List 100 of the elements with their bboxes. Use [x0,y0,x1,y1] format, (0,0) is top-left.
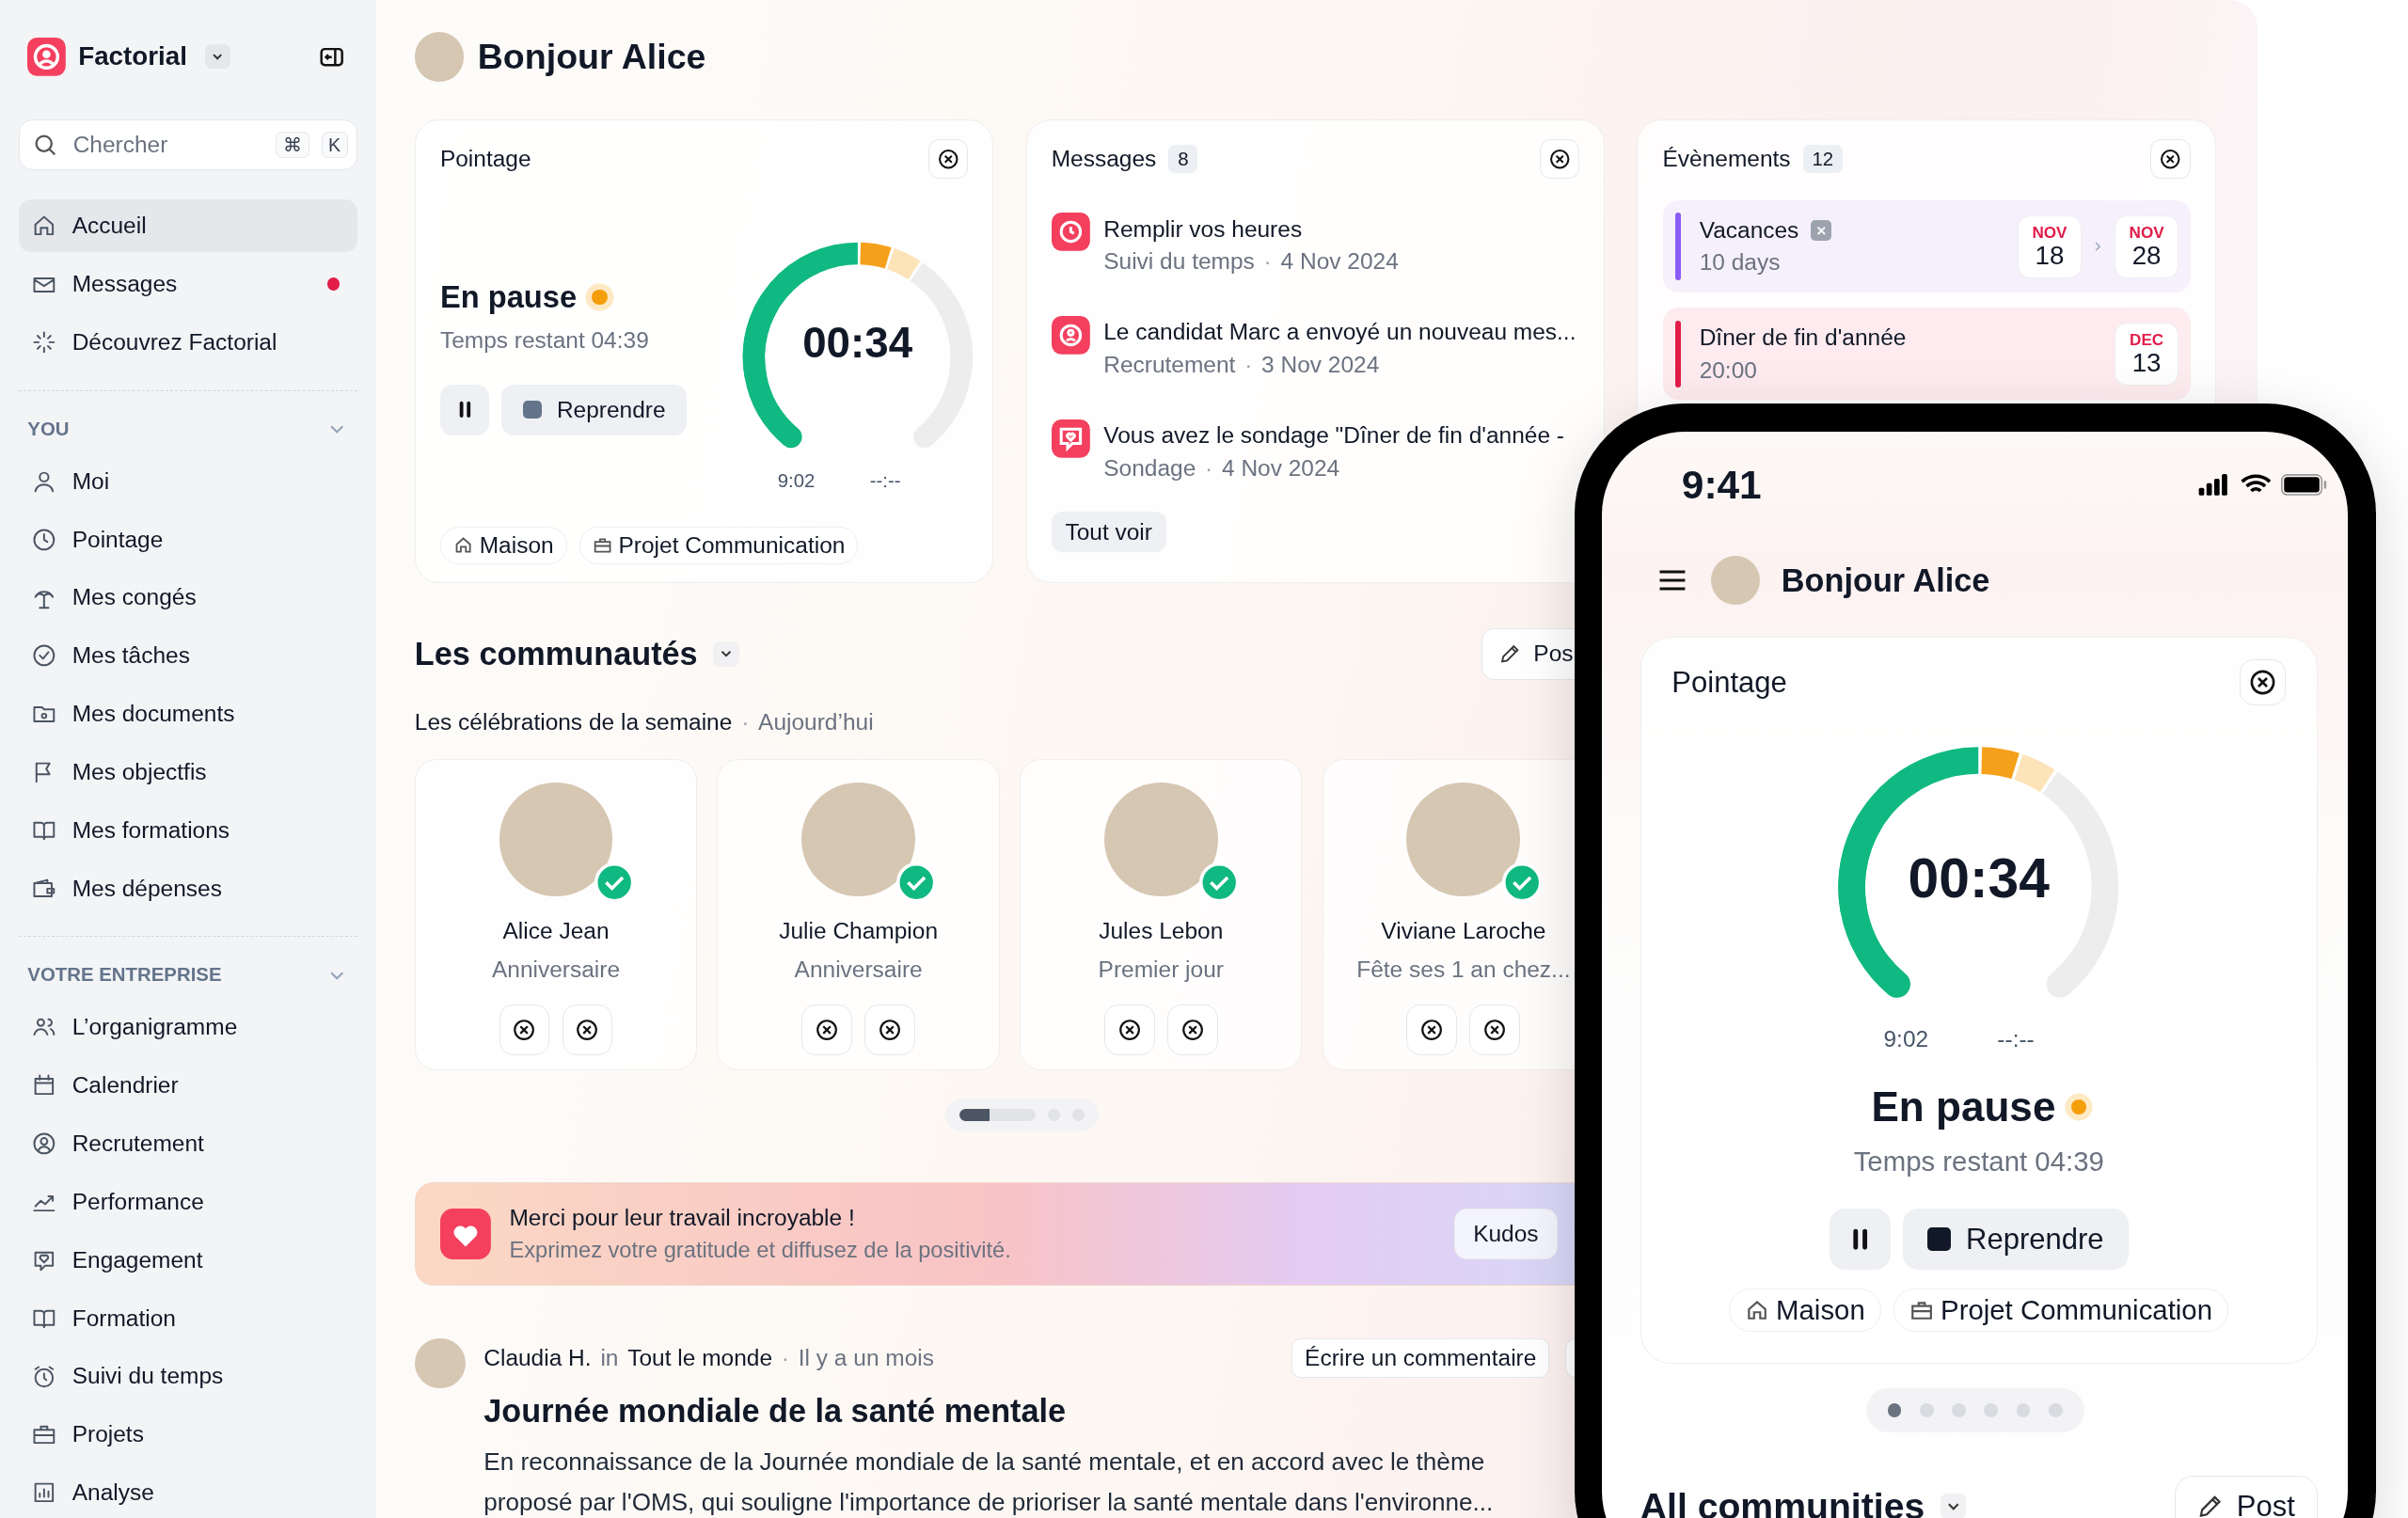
resume-button[interactable]: Reprendre [1903,1208,2129,1271]
sidebar-item[interactable]: Messages [18,258,358,310]
page-indicator[interactable] [958,1108,1037,1121]
celebrations-date: Aujourd’hui [758,709,874,736]
reaction-button[interactable] [864,1004,916,1055]
sidebar-item[interactable]: Performance [18,1176,358,1228]
pause-button[interactable] [1829,1208,1892,1271]
message-title[interactable]: Remplir vos heures [1103,215,1399,243]
celebration-reason: Anniversaire [491,956,621,983]
section-title: YOU [27,418,70,440]
sidebar-item[interactable]: Recrutement [18,1117,358,1170]
search-field[interactable]: Chercher ⌘ K [18,119,358,171]
pause-button[interactable] [439,384,490,435]
section-heading: All communities [1640,1485,1925,1518]
message-date: 4 Nov 2024 [1222,454,1340,482]
reaction-button[interactable] [499,1004,550,1055]
close-button[interactable] [2240,659,2287,706]
separator: · [1244,351,1253,378]
sidebar-item[interactable]: Mes objectfis [18,746,358,799]
sidebar-item[interactable]: L’organigramme [18,1001,358,1053]
event-item[interactable]: Dîner de fin d'année 20:00 DEC 13 [1662,308,2191,401]
event-title: Dîner de fin d'année [1699,324,1907,352]
event-subtitle: 20:00 [1699,356,1758,384]
dropdown-button[interactable] [713,640,739,668]
reaction-button[interactable] [1103,1004,1155,1055]
audience[interactable]: Tout le monde [627,1344,773,1371]
kudos-text: Exprimez votre gratitude et diffusez de la positivité. [509,1237,1012,1263]
post-title: Journée mondiale de la santé mentale [483,1393,1068,1431]
event-title: Vacances [1699,216,1799,244]
message-source: Recrutement [1103,351,1236,378]
close-icon [1117,1017,1142,1042]
reaction-button[interactable] [562,1004,613,1055]
logo-icon [27,37,67,76]
sidebar-item[interactable]: Formation [18,1291,358,1345]
sidebar-item[interactable]: Analyse [18,1466,358,1518]
page-indicator[interactable] [1887,1403,1902,1417]
reaction-button[interactable] [1166,1004,1218,1055]
post-time: Il y a un mois [798,1344,934,1371]
close-icon [1482,1017,1508,1042]
sidebar-item[interactable]: Pointage [18,513,358,566]
sidebar-item[interactable]: Suivi du temps [18,1350,358,1403]
message-title[interactable]: Le candidat Marc a envoyé un nouveau mes... [1103,319,1576,346]
search-input[interactable]: Chercher [70,130,264,160]
post-button[interactable]: Post [2174,1475,2318,1518]
close-icon [878,1017,903,1042]
resume-button[interactable]: Reprendre [501,384,688,435]
sidebar-item[interactable]: Accueil [18,199,358,252]
workspace-dropdown-button[interactable] [205,44,230,70]
message-source: Sondage [1103,454,1196,482]
sidebar-item[interactable]: Engagement [18,1234,358,1287]
remaining-time: Temps restant 04:39 [439,327,650,354]
celebrations-title: Les célébrations de la semaine [414,709,733,736]
kudos-button[interactable]: Kudos [1453,1209,1559,1260]
dropdown-button[interactable] [1940,1493,1967,1518]
person-name: Jules Lebon [1099,917,1224,944]
date-chip: NOV 18 [2018,214,2082,278]
sidebar-item[interactable]: Calendrier [18,1059,358,1112]
close-button[interactable] [927,138,969,180]
person-icon [1051,316,1090,355]
greeting: Bonjour Alice [477,36,706,77]
post-button[interactable]: Pos [1481,627,1575,681]
card-title: Messages [1051,146,1157,173]
event-item[interactable]: Vacances 10 days NOV 18 NOV 28 [1662,200,2191,293]
shortcut-key: K [321,132,348,159]
event-subtitle: 10 days [1699,249,1782,277]
status-label: En pause [439,278,578,315]
separator: · [781,1344,789,1371]
reaction-button[interactable] [801,1004,853,1055]
greeting: Bonjour Alice [1781,561,1990,599]
celebration-reason: Anniversaire [794,956,923,983]
close-button[interactable] [2150,138,2191,180]
sidebar-item[interactable]: Mes dépenses [18,862,358,915]
sidebar-item[interactable]: Mes congés [18,571,358,625]
battery-icon [2280,474,2327,497]
celebration-reason: Fête ses 1 an chez... [1356,956,1571,983]
sidebar-item[interactable]: Mes documents [18,688,358,740]
see-all-button[interactable]: Tout voir [1051,512,1166,552]
author-name: Claudia H. [483,1344,592,1371]
post-body: En reconnaissance de la Journée mondiale de la santé mentale, et en accord avec le thème proposé par l'OMS, qui souligne l'importance de prioriser la santé mentale dans l'environne... [483,1447,1495,1518]
sidebar-item[interactable]: Découvrez Factorial [18,316,358,369]
sidebar-item[interactable]: Mes formations [18,804,358,857]
comment-button[interactable]: Écrire un commentaire [1291,1337,1550,1378]
close-button[interactable] [1539,138,1579,180]
sidebar-item[interactable]: Mes tâches [18,629,358,682]
reaction-button[interactable] [1406,1004,1458,1055]
status-time: 9:41 [1681,462,1762,508]
section-heading: Les communautés [414,635,698,672]
count-badge: 12 [1802,145,1843,173]
tag: Projet Communication [578,527,859,564]
sidebar-item[interactable]: Projets [18,1408,358,1461]
reaction-button[interactable] [1469,1004,1521,1055]
section-title: VOTRE ENTREPRISE [27,964,222,987]
status-label: En pause [1871,1083,2056,1131]
start-time: 9:02 [1883,1026,1929,1053]
sidebar-item[interactable]: Moi [18,455,358,508]
person-name: Julie Champion [779,917,938,944]
tag: Projet Communication [1893,1289,2229,1333]
message-source: Suivi du temps [1103,248,1255,276]
person-name: Viviane Laroche [1381,917,1546,944]
message-title[interactable]: Vous avez le sondage "Dîner de fin d'année - [1103,422,1564,450]
